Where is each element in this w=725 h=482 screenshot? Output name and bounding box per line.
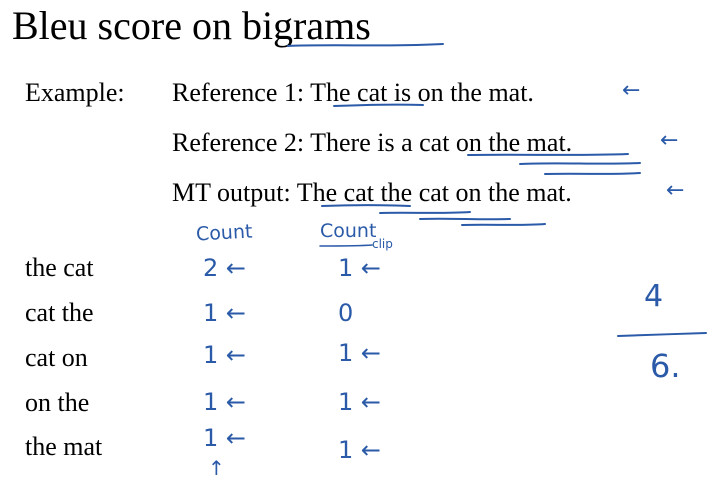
mt-underline-2 <box>379 211 471 214</box>
bigram-label: cat on <box>25 343 88 372</box>
fraction-bar <box>617 332 707 337</box>
ref2-underline-3 <box>544 172 641 175</box>
ref2-underline-2 <box>519 162 641 165</box>
count-clip-value: 1 ← <box>338 254 382 282</box>
fraction-denominator: 6. <box>650 347 681 385</box>
left-arrow-icon: ← <box>666 178 685 203</box>
reference-1-text: Reference 1: The cat is on the mat. <box>172 78 534 107</box>
bigram-label: cat the <box>25 298 94 327</box>
count-value: 2 ← <box>203 254 247 282</box>
fraction-numerator: 4 <box>644 279 664 314</box>
bigram-label: on the <box>25 388 90 417</box>
count-clip-header-underline <box>319 244 373 247</box>
count-value: 1 ← <box>203 299 247 327</box>
count-clip-subscript: clip <box>372 237 393 251</box>
up-arrow-icon: ↑ <box>208 456 225 480</box>
reference-2-text: Reference 2: There is a cat on the mat. <box>172 128 573 157</box>
count-clip-column-header: Count <box>320 220 377 242</box>
bigram-label: the mat <box>25 432 103 461</box>
count-clip-value: 1 ← <box>338 436 382 464</box>
count-clip-value: 1 ← <box>338 388 382 416</box>
bigram-label: the cat <box>25 253 94 282</box>
mt-underline-3 <box>419 217 511 221</box>
count-clip-value: 0 <box>338 299 354 327</box>
mt-output-text: MT output: The cat the cat on the mat. <box>172 178 572 207</box>
mt-underline-4 <box>461 223 546 226</box>
example-label: Example: <box>25 78 125 107</box>
left-arrow-icon: ← <box>660 128 679 153</box>
page-title: Bleu score on bigrams <box>12 3 371 48</box>
count-value: 1 ← <box>203 341 247 369</box>
count-value: 1 ← <box>203 388 247 416</box>
count-column-header: Count <box>195 220 253 246</box>
count-clip-value: 1 ← <box>338 339 382 367</box>
left-arrow-icon: ← <box>622 78 641 103</box>
count-value: 1 ← <box>203 424 247 452</box>
